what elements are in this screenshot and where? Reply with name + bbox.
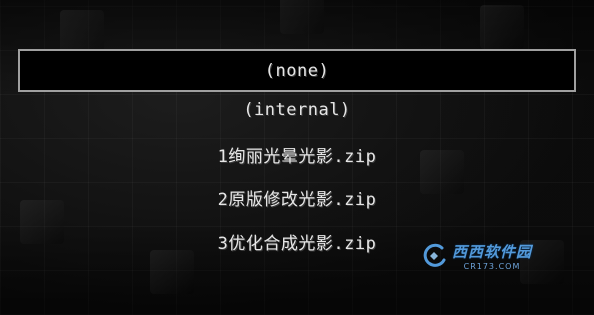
shader-item-label: 2原版修改光影.zip bbox=[217, 189, 377, 210]
shader-item-label: (none) bbox=[264, 60, 330, 81]
shader-item-internal[interactable]: (internal) bbox=[18, 90, 576, 130]
watermark-text: 西西软件园 bbox=[451, 243, 532, 261]
shader-item-none[interactable]: (none) bbox=[18, 49, 576, 92]
shader-item-label: 3优化合成光影.zip bbox=[217, 233, 377, 254]
shader-item-pack-1[interactable]: 1绚丽光晕光影.zip bbox=[18, 134, 576, 174]
watermark-subtext: CR173.COM bbox=[463, 262, 521, 271]
shader-item-pack-2[interactable]: 2原版修改光影.zip bbox=[18, 177, 576, 217]
shader-item-label: 1绚丽光晕光影.zip bbox=[217, 146, 377, 167]
site-watermark: 西西软件园 CR173.COM bbox=[420, 241, 532, 271]
watermark-logo-icon bbox=[423, 243, 446, 267]
shader-item-label: (internal) bbox=[243, 100, 351, 120]
